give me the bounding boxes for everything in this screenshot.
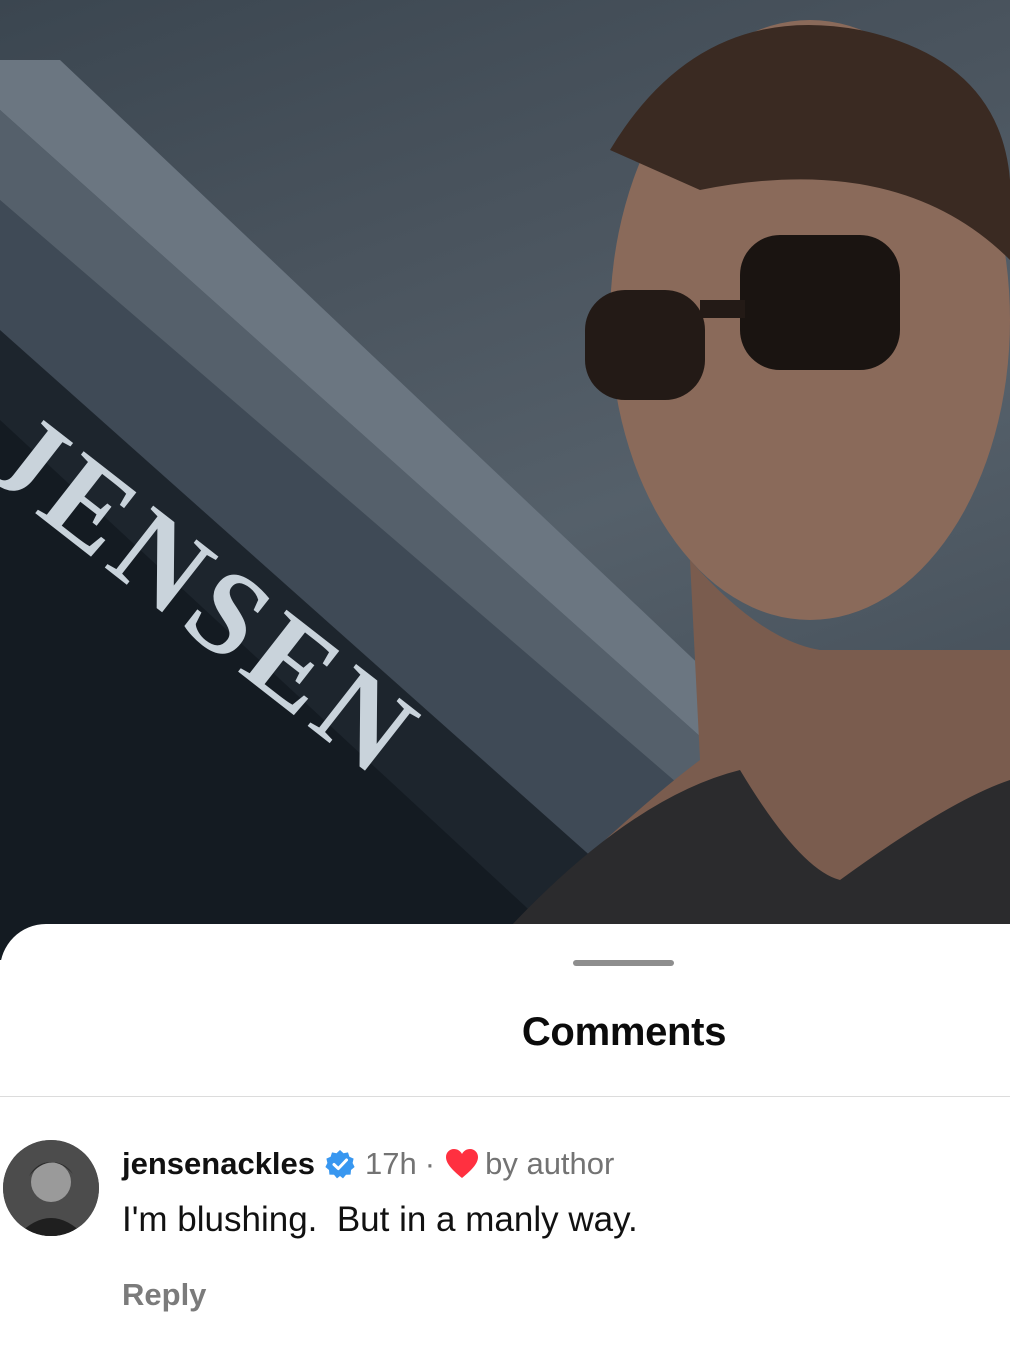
reply-button[interactable]: Reply [122, 1277, 206, 1313]
comment-text: I'm blushing. But in a manly way. [122, 1200, 638, 1239]
avatar-image [3, 1140, 99, 1236]
avatar[interactable] [3, 1140, 99, 1236]
photo-illustration: JENSEN [0, 20, 1010, 960]
post-photo: JENSEN [0, 0, 1010, 960]
comment-username[interactable]: jensenackles [122, 1146, 315, 1182]
verified-badge-icon [325, 1149, 355, 1179]
header-divider [0, 1096, 1010, 1097]
liked-by-author-label: by author [485, 1146, 615, 1181]
comments-sheet: Comments jensenackles 17h · by author I'… [0, 924, 1010, 1347]
comment-meta: jensenackles 17h · by author [122, 1146, 614, 1182]
sheet-grabber-handle[interactable] [573, 960, 674, 966]
heart-icon [445, 1148, 479, 1180]
comment-time: 17h [365, 1146, 417, 1181]
meta-separator: · [424, 1146, 436, 1181]
sheet-title: Comments [521, 1010, 727, 1054]
